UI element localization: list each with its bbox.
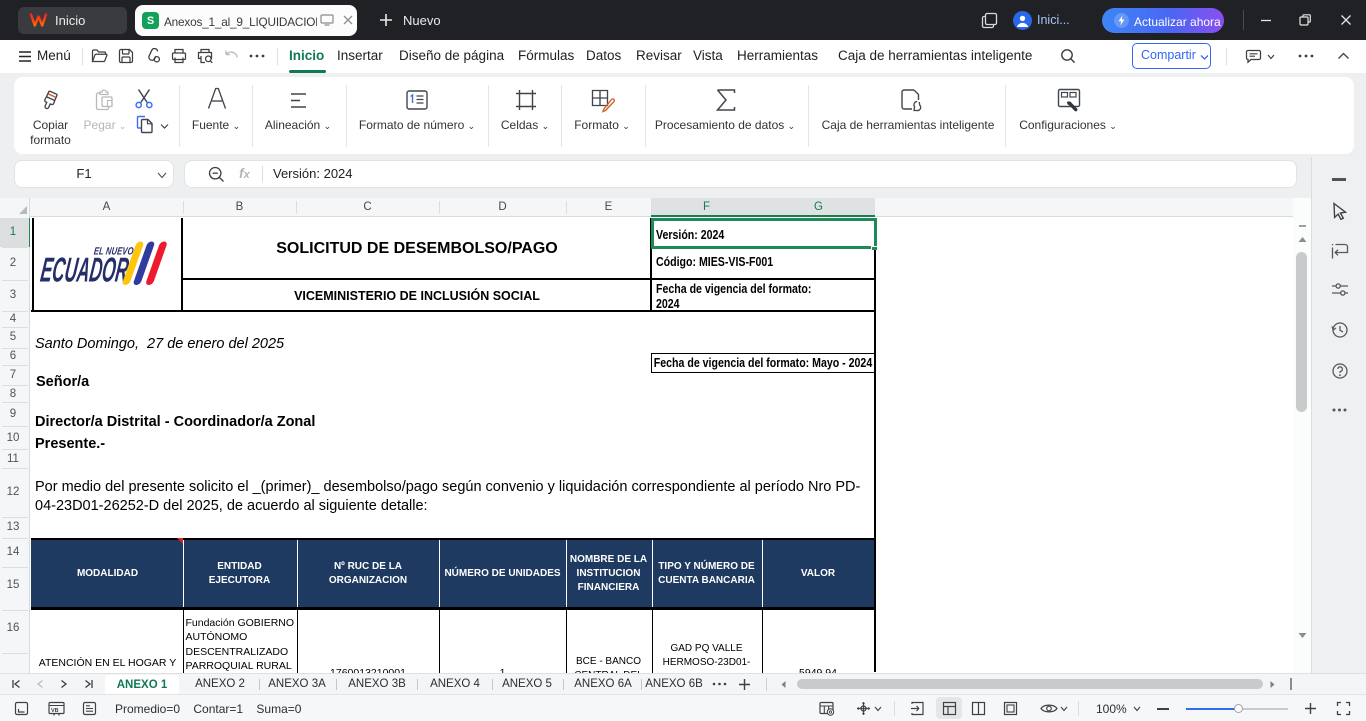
svg-text:VB: VB xyxy=(51,708,59,714)
svg-text:ECUADOR: ECUADOR xyxy=(38,250,131,285)
